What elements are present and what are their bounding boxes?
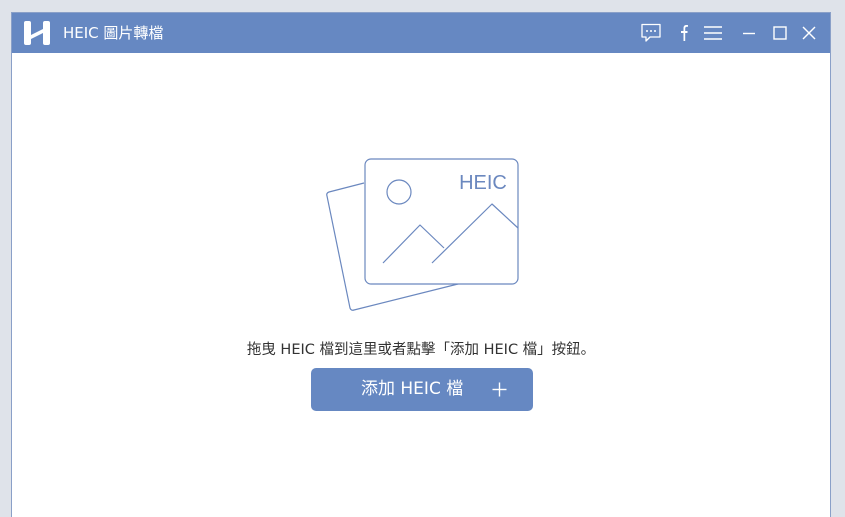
app-logo-icon: [22, 18, 52, 48]
title-bar[interactable]: HEIC 圖片轉檔: [12, 13, 830, 53]
add-heic-button[interactable]: 添加 HEIC 檔: [311, 368, 533, 411]
minimize-icon: [743, 32, 755, 35]
maximize-icon: [773, 26, 787, 40]
photo-stack-icon: HEIC: [326, 158, 519, 311]
plus-icon: [492, 382, 507, 397]
minimize-button[interactable]: [737, 21, 761, 45]
menu-button[interactable]: [701, 21, 725, 45]
hamburger-menu-icon: [704, 26, 722, 40]
chat-bubble-icon: [641, 23, 661, 42]
facebook-icon: [681, 25, 688, 41]
drop-hint-text: 拖曳 HEIC 檔到這里或者點擊「添加 HEIC 檔」按鈕。: [246, 342, 596, 358]
close-icon: [802, 26, 816, 40]
add-heic-button-label: 添加 HEIC 檔: [361, 379, 464, 399]
facebook-button[interactable]: [672, 21, 696, 45]
app-title: HEIC 圖片轉檔: [63, 24, 164, 42]
maximize-button[interactable]: [768, 21, 792, 45]
illustration-label: HEIC: [459, 172, 507, 194]
feedback-button[interactable]: [639, 21, 663, 45]
app-window: HEIC 圖片轉檔 HEIC 拖曳 HEIC 檔到這里或者點擊「添加 HEIC …: [11, 12, 831, 517]
close-button[interactable]: [797, 21, 821, 45]
drop-zone[interactable]: HEIC 拖曳 HEIC 檔到這里或者點擊「添加 HEIC 檔」按鈕。 添加 H…: [12, 53, 830, 517]
